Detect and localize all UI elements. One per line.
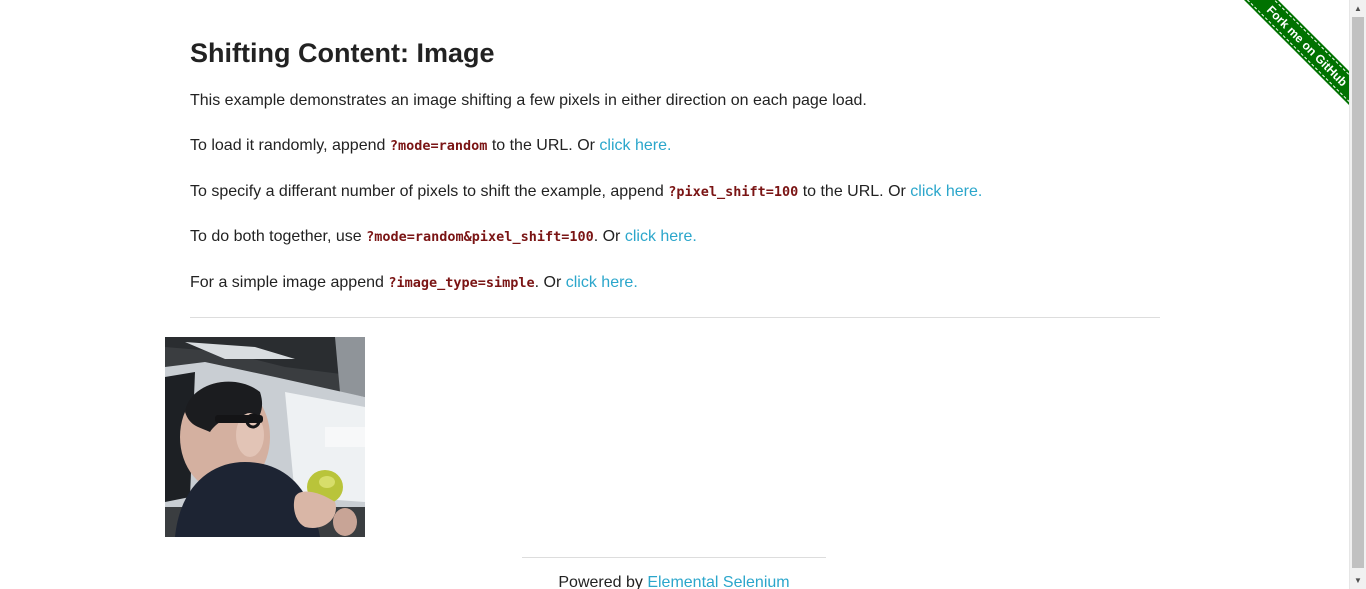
simple-image-link[interactable]: click here [566, 274, 634, 291]
footer-prefix: Powered by [558, 574, 648, 589]
simple-image-paragraph: For a simple image append ?image_type=si… [190, 273, 638, 293]
content-divider [190, 317, 1160, 318]
shift-suffix-text: to the URL. Or [798, 183, 911, 200]
both-suffix-text: . Or [593, 228, 625, 245]
random-mode-code: ?mode=random [389, 138, 488, 154]
vertical-scrollbar[interactable]: ▲ ▼ [1349, 0, 1366, 589]
page-title: Shifting Content: Image [190, 38, 495, 68]
footer-divider [522, 557, 826, 558]
simple-image-code: ?image_type=simple [388, 275, 535, 291]
scroll-up-arrow-icon[interactable]: ▲ [1350, 0, 1366, 17]
simple-period: . [633, 274, 638, 291]
random-suffix-text: to the URL. Or [487, 137, 600, 154]
random-period: . [667, 137, 672, 154]
footer: Powered by Elemental Selenium [522, 574, 826, 589]
random-prefix-text: To load it randomly, append [190, 137, 390, 154]
intro-paragraph: This example demonstrates an image shift… [190, 91, 867, 111]
both-mode-link[interactable]: click here [625, 228, 693, 245]
pixel-shift-link[interactable]: click here [910, 183, 978, 200]
scroll-down-arrow-icon[interactable]: ▼ [1350, 572, 1366, 589]
random-mode-paragraph: To load it randomly, append ?mode=random… [190, 136, 671, 156]
random-mode-link[interactable]: click here [599, 137, 667, 154]
intro-text: This example demonstrates an image shift… [190, 92, 867, 109]
simple-prefix-text: For a simple image append [190, 274, 389, 291]
both-mode-paragraph: To do both together, use ?mode=random&pi… [190, 227, 697, 247]
shifting-image [165, 337, 365, 537]
both-mode-code: ?mode=random&pixel_shift=100 [366, 229, 594, 245]
page: Shifting Content: Image This example dem… [0, 0, 1366, 589]
both-period: . [692, 228, 697, 245]
pixel-shift-code: ?pixel_shift=100 [668, 184, 799, 200]
pixel-shift-paragraph: To specify a differant number of pixels … [190, 182, 982, 202]
scrollbar-thumb[interactable] [1352, 17, 1364, 568]
fork-me-on-github-link[interactable]: Fork me on GitHub [1232, 0, 1349, 121]
both-prefix-text: To do both together, use [190, 228, 367, 245]
car-driver-photo [165, 337, 365, 537]
shift-period: . [977, 183, 983, 200]
shift-prefix-text: To specify a differant number of pixels … [190, 183, 669, 200]
simple-suffix-text: . Or [534, 274, 566, 291]
github-ribbon[interactable]: Fork me on GitHub [1200, 0, 1349, 149]
elemental-selenium-link[interactable]: Elemental Selenium [647, 574, 789, 589]
